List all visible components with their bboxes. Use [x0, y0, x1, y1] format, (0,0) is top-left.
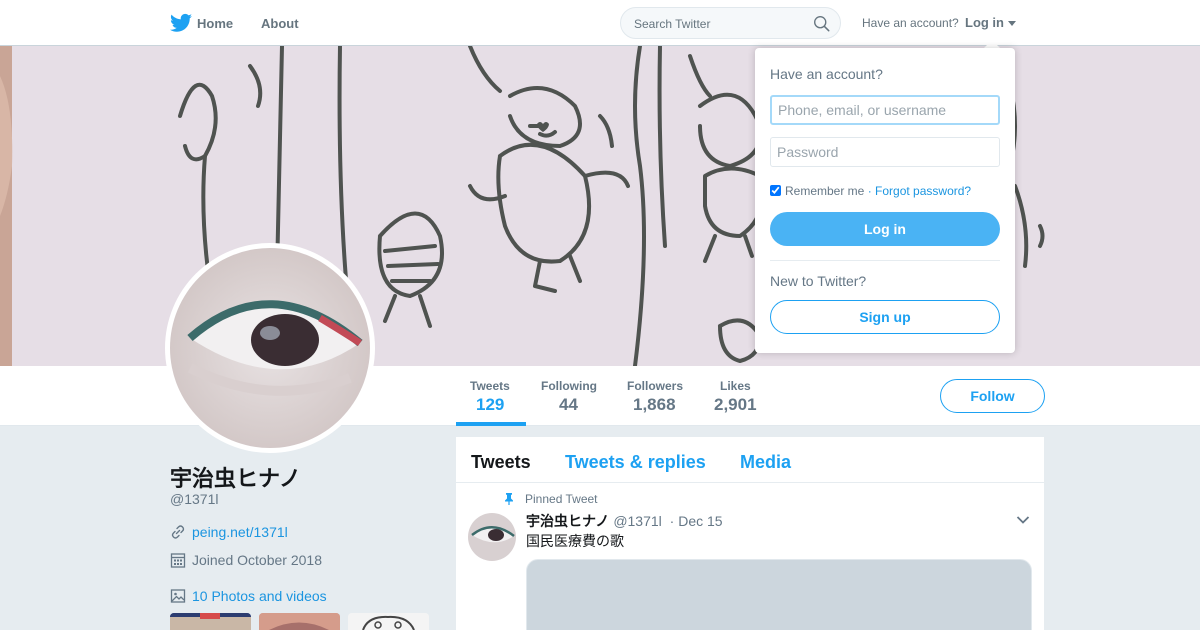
- tweet-author-name[interactable]: 宇治虫ヒナノ: [526, 513, 609, 529]
- media-thumbnail[interactable]: [259, 613, 340, 630]
- link-icon: [171, 525, 185, 539]
- pinned-tweet-label: Pinned Tweet: [525, 492, 598, 506]
- image-icon: [170, 589, 186, 603]
- top-navigation: Home About Search Twitter Have an accoun…: [0, 0, 1200, 46]
- timeline: Tweets Tweets & replies Media Pinned Twe…: [456, 437, 1044, 630]
- media-thumbnail[interactable]: [170, 613, 251, 630]
- stat-tweets-label: Tweets: [470, 379, 510, 393]
- chevron-down-icon[interactable]: [1016, 515, 1030, 525]
- tweet-media-preview[interactable]: [526, 559, 1032, 630]
- tab-media[interactable]: Media: [740, 452, 791, 473]
- photos-and-videos-label[interactable]: 10 Photos and videos: [192, 588, 327, 604]
- dropdown-divider: [770, 260, 1000, 261]
- profile-screen-name[interactable]: @1371l: [170, 491, 218, 507]
- active-stat-underline: [456, 422, 526, 426]
- search-box[interactable]: Search Twitter: [620, 7, 841, 39]
- username-field[interactable]: [770, 95, 1000, 125]
- pin-icon: [505, 493, 513, 505]
- stat-following-value: 44: [559, 395, 578, 414]
- stat-followers-value: 1,868: [633, 395, 676, 414]
- stat-likes-value: 2,901: [714, 395, 757, 414]
- nav-about-link[interactable]: About: [261, 16, 299, 31]
- stat-followers-label: Followers: [627, 379, 684, 393]
- profile-website[interactable]: peing.net/1371l: [170, 524, 288, 540]
- stat-likes-label: Likes: [720, 379, 751, 393]
- avatar-eye-image: [170, 248, 370, 448]
- tweet-author-avatar[interactable]: [468, 513, 516, 561]
- search-icon[interactable]: [813, 15, 830, 32]
- tab-tweets[interactable]: Tweets: [471, 452, 531, 473]
- timeline-tabs: Tweets Tweets & replies Media: [456, 437, 1044, 483]
- tab-tweets-and-replies[interactable]: Tweets & replies: [565, 452, 706, 473]
- remember-me-checkbox[interactable]: [770, 185, 781, 196]
- password-field[interactable]: [770, 137, 1000, 167]
- login-dropdown-title: Have an account?: [770, 66, 883, 82]
- nav-home-link[interactable]: Home: [197, 16, 233, 31]
- new-to-twitter-text: New to Twitter?: [770, 273, 867, 289]
- calendar-icon: [170, 553, 186, 568]
- profile-joined-label: Joined October 2018: [192, 552, 322, 568]
- media-thumbnail[interactable]: [348, 613, 429, 630]
- profile-display-name[interactable]: 宇治虫ヒナノ: [170, 461, 301, 493]
- profile-website-link[interactable]: peing.net/1371l: [192, 524, 288, 540]
- follow-button[interactable]: Follow: [940, 379, 1045, 413]
- tweet-text: 国民医療費の歌: [526, 533, 624, 549]
- login-button[interactable]: Log in: [770, 212, 1000, 246]
- tweet-header: 宇治虫ヒナノ @1371l · Dec 15: [526, 511, 723, 531]
- stat-likes[interactable]: Likes 2,901: [714, 379, 757, 415]
- photos-and-videos-link[interactable]: 10 Photos and videos: [170, 588, 327, 604]
- caret-down-icon[interactable]: [1008, 21, 1016, 26]
- media-thumbnails: [170, 613, 430, 630]
- remember-me-row: Remember me · Forgot password?: [770, 184, 971, 198]
- stat-following[interactable]: Following 44: [541, 379, 597, 415]
- have-account-text: Have an account?: [862, 16, 959, 30]
- stat-following-label: Following: [541, 379, 597, 393]
- stat-tweets[interactable]: Tweets 129: [470, 379, 510, 415]
- profile-avatar[interactable]: [165, 243, 375, 453]
- tweet-timestamp[interactable]: · Dec 15: [670, 513, 723, 529]
- tweet-author-handle[interactable]: @1371l: [613, 513, 661, 529]
- login-dropdown-toggle[interactable]: Log in: [965, 15, 1004, 30]
- stat-followers[interactable]: Followers 1,868: [627, 379, 683, 415]
- forgot-password-link[interactable]: · Forgot password?: [868, 184, 971, 198]
- signup-button[interactable]: Sign up: [770, 300, 1000, 334]
- stat-tweets-value: 129: [476, 395, 505, 414]
- login-dropdown: Have an account? Remember me · Forgot pa…: [755, 48, 1015, 353]
- twitter-bird-icon[interactable]: [170, 13, 192, 33]
- profile-joined-date: Joined October 2018: [170, 552, 322, 568]
- remember-me-label[interactable]: Remember me: [785, 184, 864, 198]
- search-input[interactable]: Search Twitter: [634, 17, 710, 31]
